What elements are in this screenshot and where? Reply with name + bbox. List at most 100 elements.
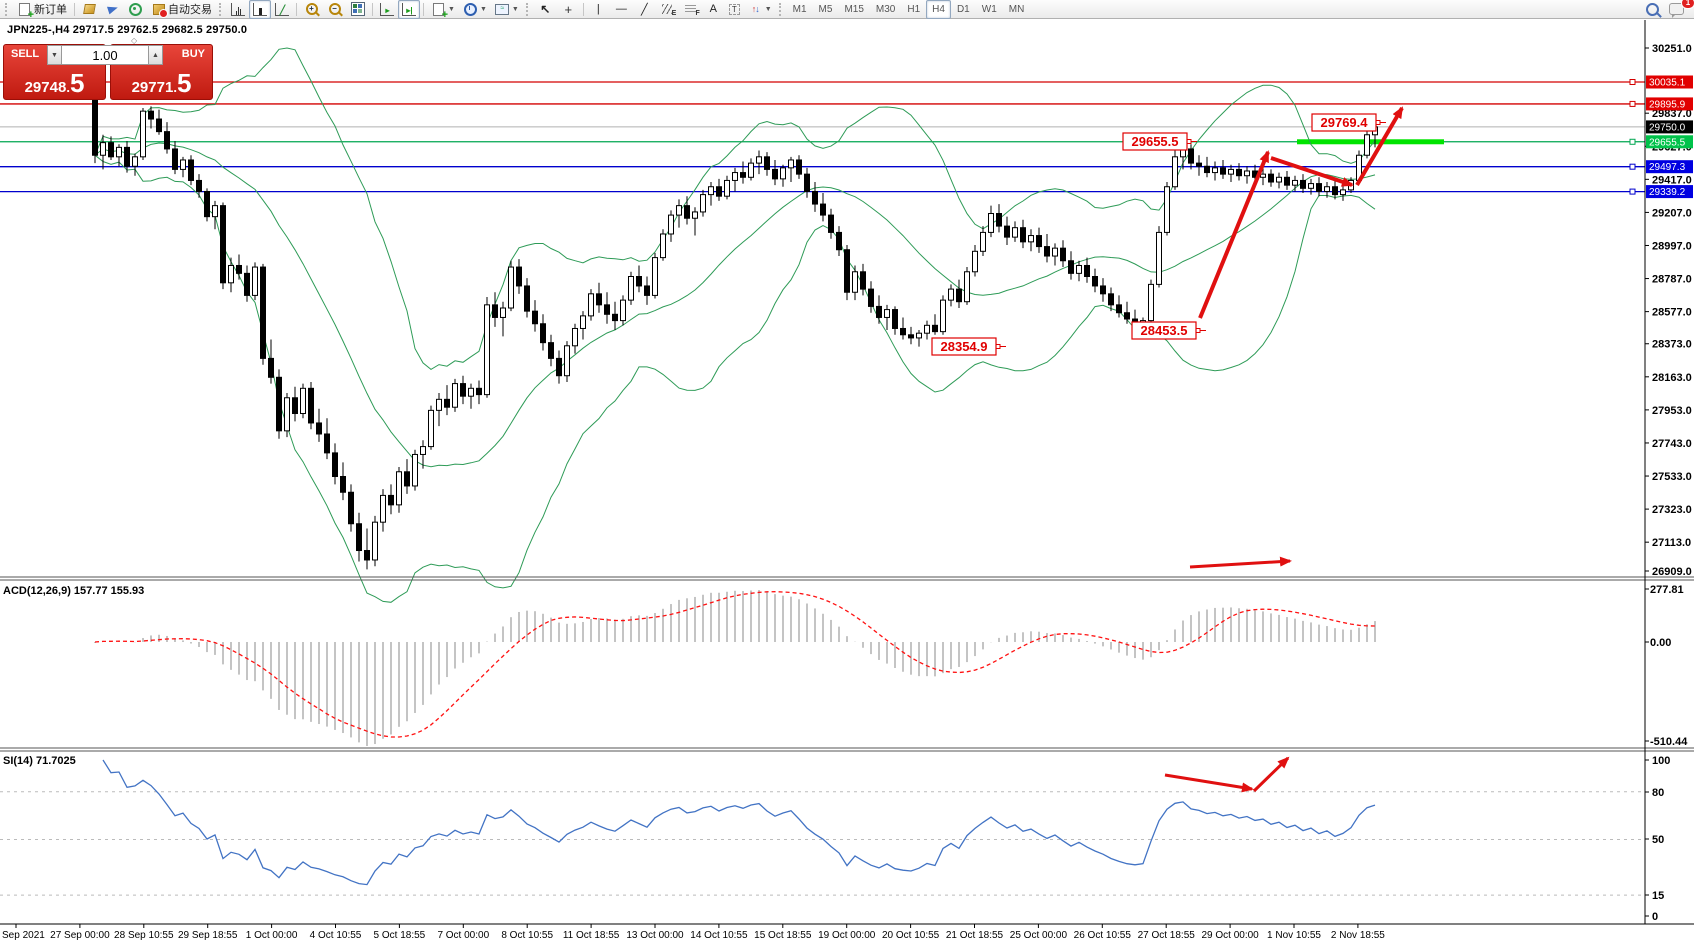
svg-text:28163.0: 28163.0 xyxy=(1652,372,1692,384)
svg-text:27113.0: 27113.0 xyxy=(1652,537,1691,549)
timeframe-h4[interactable]: H4 xyxy=(926,0,951,19)
volume-decrease-button[interactable]: ▼ xyxy=(47,45,62,65)
auto-scroll-icon: ▸ xyxy=(380,3,394,16)
market-watch-button[interactable] xyxy=(124,0,147,19)
text-icon: A xyxy=(706,2,721,17)
timeframe-m15[interactable]: M15 xyxy=(838,0,869,19)
svg-text:Sep 2021: Sep 2021 xyxy=(2,930,45,941)
symbol-ohlc-info: JPN225-,H4 29717.5 29762.5 29682.5 29750… xyxy=(7,24,247,36)
hline-button[interactable]: — xyxy=(610,0,633,19)
template-icon: ≈ xyxy=(495,2,510,17)
rsi-pane: 1008050150 xyxy=(0,755,1670,923)
auto-trading-icon xyxy=(151,2,166,17)
auto-trading-label: 自动交易 xyxy=(168,1,212,17)
sell-price: 29748.5 xyxy=(4,73,105,97)
chart-canvas[interactable]: 30251.029837.029627.029417.029207.028997… xyxy=(0,20,1694,943)
zoom-in-button[interactable]: + xyxy=(300,0,323,19)
annotation-text: 28354.9 xyxy=(941,339,988,354)
timeframe-m5[interactable]: M5 xyxy=(813,0,839,19)
red-arrow[interactable] xyxy=(1254,758,1288,791)
arrows-icon: ↑↓ xyxy=(748,2,763,17)
crosshair-button[interactable]: + xyxy=(557,0,580,19)
macd-pane: 277.810.00-510.44 xyxy=(94,584,1688,748)
svg-text:26 Oct 10:55: 26 Oct 10:55 xyxy=(1074,930,1132,941)
volume-increase-button[interactable]: ▲ xyxy=(148,45,163,65)
svg-text:100: 100 xyxy=(1652,755,1670,767)
svg-text:30035.1: 30035.1 xyxy=(1649,78,1686,89)
timeframe-group: M1M5M15M30H1H4D1W1MN xyxy=(787,0,1031,19)
volume-input[interactable]: 1.00 xyxy=(62,45,148,65)
text-label-button[interactable]: T xyxy=(725,0,744,19)
svg-text:28787.0: 28787.0 xyxy=(1652,274,1692,286)
text-button[interactable]: A xyxy=(702,0,725,19)
fibonacci-button[interactable]: F xyxy=(679,0,702,19)
arrows-button[interactable]: ↑↓▼ xyxy=(744,0,776,19)
red-arrow[interactable] xyxy=(1200,152,1268,318)
tile-windows-icon xyxy=(350,2,365,17)
price-levels[interactable] xyxy=(0,80,1645,195)
svg-text:28997.0: 28997.0 xyxy=(1652,240,1692,252)
svg-text:15: 15 xyxy=(1652,890,1664,902)
trendline-button[interactable]: ╱ xyxy=(633,0,656,19)
svg-text:7 Oct 00:00: 7 Oct 00:00 xyxy=(437,930,489,941)
timeframe-h1[interactable]: H1 xyxy=(901,0,926,19)
macd-label: ACD(12,26,9) 157.77 155.93 xyxy=(3,585,144,597)
new-order-button[interactable]: +新订单 xyxy=(13,0,71,19)
vertical-line-icon: | xyxy=(591,2,606,17)
level-handle[interactable] xyxy=(1630,139,1635,144)
auto-scroll-button[interactable]: ▸ xyxy=(376,0,398,19)
svg-text:21 Oct 18:55: 21 Oct 18:55 xyxy=(946,930,1004,941)
svg-text:29 Oct 00:00: 29 Oct 00:00 xyxy=(1201,930,1259,941)
new-chart-button[interactable]: +▼ xyxy=(427,0,459,19)
vline-button[interactable]: | xyxy=(587,0,610,19)
highlight-level-segment[interactable] xyxy=(1297,139,1444,144)
level-handle[interactable] xyxy=(1630,189,1635,194)
templates-button[interactable]: ≈▼ xyxy=(491,0,523,19)
timeframe-mn[interactable]: MN xyxy=(1003,0,1031,19)
svg-text:29750.0: 29750.0 xyxy=(1649,122,1686,133)
chart-window[interactable]: 30251.029837.029627.029417.029207.028997… xyxy=(0,20,1694,943)
tile-windows-button[interactable] xyxy=(346,0,369,19)
trend-arrows[interactable] xyxy=(1165,108,1402,791)
horizontal-line-icon: — xyxy=(614,2,629,17)
toolbar-grip[interactable] xyxy=(5,3,10,16)
search-icon xyxy=(1645,2,1660,17)
channel-button[interactable]: E xyxy=(656,0,679,19)
svg-text:27953.0: 27953.0 xyxy=(1652,405,1692,417)
timeframe-m1[interactable]: M1 xyxy=(787,0,813,19)
svg-text:27743.0: 27743.0 xyxy=(1652,438,1692,450)
level-handle[interactable] xyxy=(1630,164,1635,169)
timeframe-w1[interactable]: W1 xyxy=(976,0,1003,19)
buy-label: BUY xyxy=(182,48,205,60)
quotes-button[interactable] xyxy=(78,0,101,19)
svg-text:26909.0: 26909.0 xyxy=(1652,566,1692,578)
volume-control: ▼ 1.00 ▲ xyxy=(47,45,163,65)
svg-text:13 Oct 00:00: 13 Oct 00:00 xyxy=(626,930,684,941)
clock-icon xyxy=(463,2,478,17)
chat-button[interactable]: 1 xyxy=(1664,0,1692,19)
level-handle[interactable] xyxy=(1630,101,1635,106)
svg-text:2 Nov 18:55: 2 Nov 18:55 xyxy=(1331,930,1385,941)
annotation-text: 29769.4 xyxy=(1321,115,1369,130)
timeframe-m30[interactable]: M30 xyxy=(870,0,901,19)
mail-button[interactable] xyxy=(101,0,124,19)
candlestick-chart-button[interactable] xyxy=(249,0,271,19)
svg-text:11 Oct 18:55: 11 Oct 18:55 xyxy=(563,930,620,941)
rsi-label: SI(14) 71.7025 xyxy=(3,755,76,767)
svg-text:28 Sep 10:55: 28 Sep 10:55 xyxy=(114,930,174,941)
zoom-out-button[interactable]: − xyxy=(323,0,346,19)
red-arrow[interactable] xyxy=(1165,775,1252,789)
level-handle[interactable] xyxy=(1630,80,1635,85)
svg-text:15 Oct 18:55: 15 Oct 18:55 xyxy=(754,930,812,941)
bar-chart-button[interactable] xyxy=(227,0,249,19)
auto-trading-button[interactable]: 自动交易 xyxy=(147,0,216,19)
timeframe-d1[interactable]: D1 xyxy=(951,0,976,19)
periods-button[interactable]: ▼ xyxy=(459,0,491,19)
line-chart-button[interactable]: ╱ xyxy=(271,0,293,19)
cursor-button[interactable]: ↖ xyxy=(534,0,557,19)
chart-shift-button[interactable]: ▸| xyxy=(398,0,420,19)
red-arrow[interactable] xyxy=(1190,561,1290,567)
search-button[interactable] xyxy=(1641,0,1664,19)
cursor-icon: ↖ xyxy=(538,2,553,17)
candlestick-icon xyxy=(253,3,267,16)
